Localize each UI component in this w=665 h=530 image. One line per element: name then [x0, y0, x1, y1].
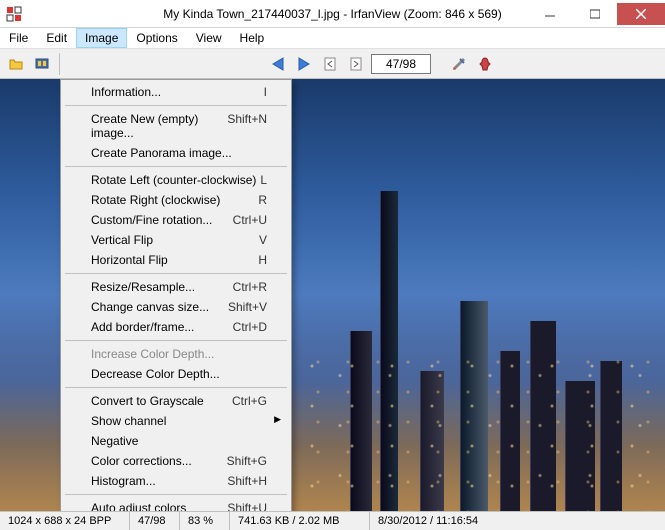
image-menu-dropdown: Information... I Create New (empty) image.… — [60, 79, 292, 511]
menu-item-resize-resample[interactable]: Resize/Resample... Ctrl+R — [63, 277, 289, 297]
menu-item-shortcut: Shift+N — [227, 112, 267, 140]
menu-item-decrease-color-depth[interactable]: Decrease Color Depth... — [63, 364, 289, 384]
menu-item-label: Change canvas size... — [91, 300, 209, 314]
menu-item-label: Custom/Fine rotation... — [91, 213, 212, 227]
menu-item-label: Add border/frame... — [91, 320, 194, 334]
menu-item-label: Information... — [91, 85, 161, 99]
menu-separator — [65, 494, 287, 495]
menu-item-label: Negative — [91, 434, 138, 448]
menu-item-shortcut: V — [259, 233, 267, 247]
statusbar: 1024 x 688 x 24 BPP 47/98 83 % 741.63 KB… — [0, 511, 665, 530]
menu-item-create-new-empty-image[interactable]: Create New (empty) image...Shift+N — [63, 109, 289, 143]
menubar: File Edit Image Options View Help — [0, 28, 665, 49]
menu-item-show-channel[interactable]: Show channel ▶ — [63, 411, 289, 431]
menu-item-shortcut: Ctrl+D — [233, 320, 267, 334]
slideshow-icon[interactable] — [30, 52, 54, 76]
menu-item-horizontal-flip[interactable]: Horizontal Flip H — [63, 250, 289, 270]
menu-item-label: Rotate Right (clockwise) — [91, 193, 220, 207]
menu-item-histogram[interactable]: Histogram... Shift+H — [63, 471, 289, 491]
menu-item-label: Decrease Color Depth... — [91, 367, 220, 381]
menu-item-color-corrections[interactable]: Color corrections... Shift+G — [63, 451, 289, 471]
prev-arrow-icon[interactable] — [267, 52, 291, 76]
menu-item-vertical-flip[interactable]: Vertical Flip V — [63, 230, 289, 250]
menu-item-increase-color-depth: Increase Color Depth... — [63, 344, 289, 364]
status-zoom: 83 % — [180, 512, 230, 530]
menu-item-change-canvas-size[interactable]: Change canvas size... Shift+V — [63, 297, 289, 317]
submenu-arrow-icon: ▶ — [274, 414, 281, 425]
menu-image[interactable]: Image — [76, 28, 127, 48]
app-icon — [6, 6, 22, 22]
menu-item-rotate-left-counter-clockwise[interactable]: Rotate Left (counter-clockwise) L — [63, 170, 289, 190]
menu-item-information[interactable]: Information... I — [63, 82, 289, 102]
menu-separator — [65, 387, 287, 388]
menu-options[interactable]: Options — [127, 28, 186, 48]
menu-item-add-border-frame[interactable]: Add border/frame... Ctrl+D — [63, 317, 289, 337]
menu-separator — [65, 166, 287, 167]
status-dimensions: 1024 x 688 x 24 BPP — [0, 512, 130, 530]
settings-icon[interactable] — [447, 52, 471, 76]
menu-item-shortcut: Ctrl+R — [233, 280, 267, 294]
menu-item-shortcut: Shift+H — [227, 474, 267, 488]
menu-item-label: Rotate Left (counter-clockwise) — [91, 173, 256, 187]
toolbar-separator — [59, 53, 60, 75]
plugin-icon[interactable] — [473, 52, 497, 76]
menu-item-shortcut: Shift+V — [228, 300, 267, 314]
menu-separator — [65, 105, 287, 106]
first-page-icon[interactable] — [319, 52, 343, 76]
status-filesize: 741.63 KB / 2.02 MB — [230, 512, 370, 530]
menu-item-shortcut: R — [258, 193, 267, 207]
menu-item-convert-to-grayscale[interactable]: Convert to Grayscale Ctrl+G — [63, 391, 289, 411]
close-button[interactable] — [617, 3, 665, 25]
menu-item-shortcut: I — [264, 85, 267, 99]
menu-item-auto-adjust-colors[interactable]: Auto adjust colors Shift+U — [63, 498, 289, 511]
menu-item-create-panorama-image[interactable]: Create Panorama image... — [63, 143, 289, 163]
menu-item-custom-fine-rotation[interactable]: Custom/Fine rotation... Ctrl+U — [63, 210, 289, 230]
menu-separator — [65, 273, 287, 274]
menu-item-negative[interactable]: Negative — [63, 431, 289, 451]
last-page-icon[interactable] — [345, 52, 369, 76]
status-datetime: 8/30/2012 / 11:16:54 — [370, 512, 665, 530]
menu-item-label: Create Panorama image... — [91, 146, 232, 160]
menu-item-label: Vertical Flip — [91, 233, 153, 247]
menu-item-shortcut: Shift+U — [227, 501, 267, 511]
titlebar: My Kinda Town_217440037_l.jpg - IrfanVie… — [0, 0, 665, 28]
menu-item-label: Histogram... — [91, 474, 156, 488]
menu-item-shortcut: L — [260, 173, 267, 187]
menu-item-rotate-right-clockwise[interactable]: Rotate Right (clockwise) R — [63, 190, 289, 210]
menu-item-label: Resize/Resample... — [91, 280, 195, 294]
menu-item-shortcut: Ctrl+G — [232, 394, 267, 408]
menu-item-shortcut: Shift+G — [227, 454, 267, 468]
menu-item-label: Color corrections... — [91, 454, 192, 468]
menu-item-label: Horizontal Flip — [91, 253, 168, 267]
menu-item-label: Auto adjust colors — [91, 501, 186, 511]
menu-file[interactable]: File — [0, 28, 37, 48]
menu-separator — [65, 340, 287, 341]
page-counter-input[interactable] — [371, 54, 431, 74]
menu-item-label: Show channel — [91, 414, 166, 428]
menu-item-label: Convert to Grayscale — [91, 394, 204, 408]
menu-item-label: Increase Color Depth... — [91, 347, 214, 361]
minimize-button[interactable] — [527, 3, 572, 25]
content-area: Information... I Create New (empty) image.… — [0, 79, 665, 511]
open-icon[interactable] — [4, 52, 28, 76]
menu-item-shortcut: H — [258, 253, 267, 267]
menu-item-shortcut: Ctrl+U — [233, 213, 267, 227]
toolbar — [0, 49, 665, 79]
menu-edit[interactable]: Edit — [37, 28, 76, 48]
maximize-button[interactable] — [572, 3, 617, 25]
next-arrow-icon[interactable] — [293, 52, 317, 76]
menu-item-label: Create New (empty) image... — [91, 112, 227, 140]
menu-help[interactable]: Help — [231, 28, 274, 48]
status-page: 47/98 — [130, 512, 180, 530]
menu-view[interactable]: View — [187, 28, 231, 48]
